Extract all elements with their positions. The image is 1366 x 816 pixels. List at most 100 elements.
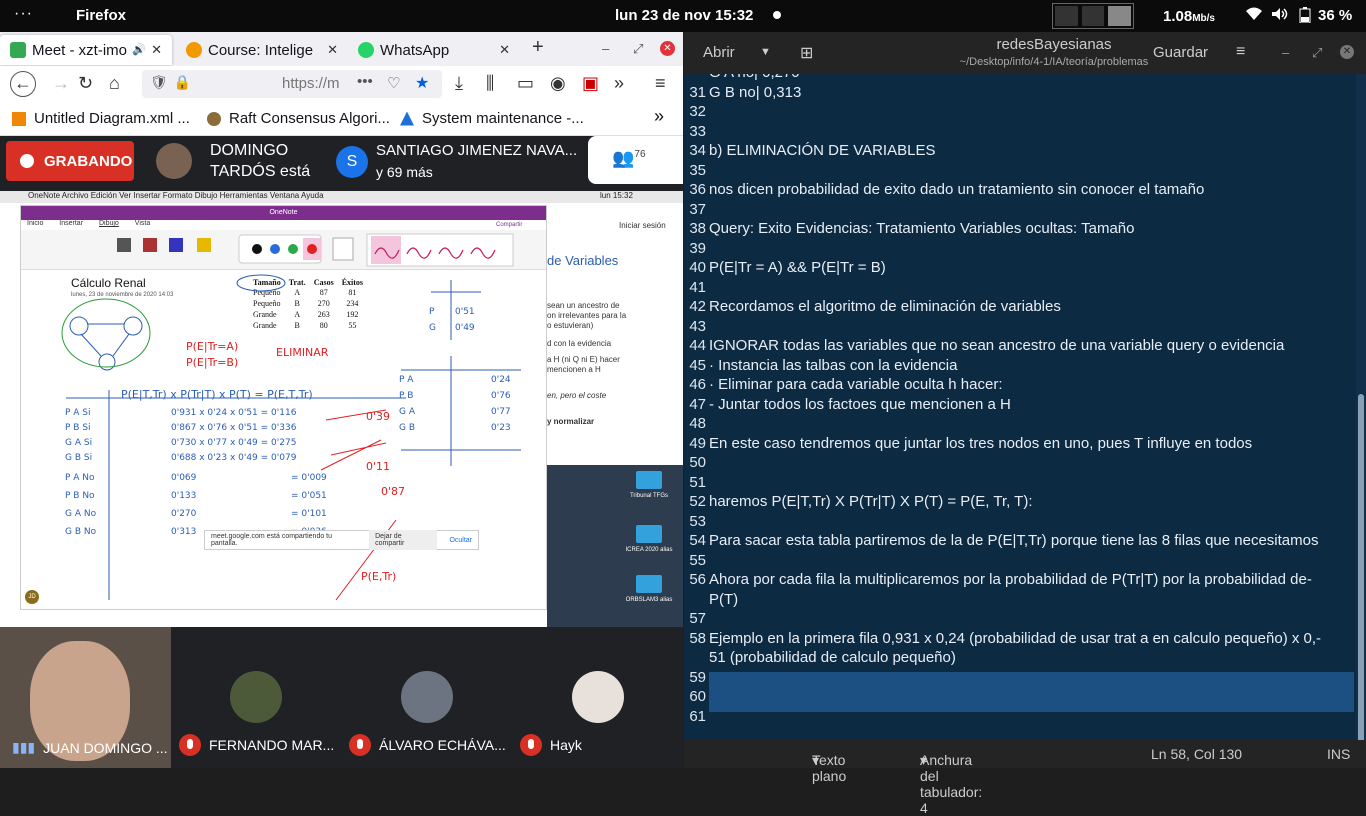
volume-icon[interactable] [1271, 7, 1289, 24]
sidebar-icon[interactable]: ▭ [517, 73, 534, 94]
editor-line[interactable]: 56 Ahora por cada fila la multiplicaremos… [684, 571, 1356, 591]
ribbon-tab[interactable]: Dibujo [99, 220, 119, 227]
page-actions-icon[interactable]: ••• [357, 73, 373, 90]
battery-icon[interactable] [1299, 7, 1311, 26]
people-button[interactable]: 👥76 [588, 136, 683, 184]
workspace-2[interactable] [1081, 6, 1105, 26]
tab-meet[interactable]: Meet - xzt-imo 🔊 ✕ [0, 35, 172, 65]
close-window-icon[interactable]: ✕ [1340, 45, 1354, 59]
bookmark-star-icon[interactable]: ★ [415, 73, 429, 93]
activities-button[interactable]: ··· [14, 5, 33, 23]
login-link[interactable]: Iniciar sesión [619, 221, 666, 230]
editor-line[interactable]: 34 b) ELIMINACIÓN DE VARIABLES [684, 142, 1356, 162]
share-button[interactable]: Compartir [496, 222, 522, 228]
editor-line[interactable]: 52 haremos P(E|T,Tr) X P(Tr|T) X P(T) = P… [684, 493, 1356, 513]
stop-sharing-button[interactable]: Dejar de compartir [369, 530, 438, 550]
tab-course[interactable]: Course: Intelige ✕ [176, 35, 348, 65]
ribbon-tab[interactable]: Inicio [27, 220, 43, 227]
editor-line[interactable]: 57 [684, 610, 1356, 630]
hide-button[interactable]: Ocultar [449, 537, 472, 544]
vertical-scrollbar[interactable] [1356, 74, 1366, 764]
wifi-icon[interactable] [1246, 7, 1262, 24]
editor-line[interactable]: 31 G B no| 0,313 [684, 84, 1356, 104]
editor-line[interactable]: 42 Recordamos el algoritmo de eliminación… [684, 298, 1356, 318]
desktop-folder[interactable]: ORBSLAM3 alias [619, 575, 679, 603]
editor-line[interactable]: 60 [684, 688, 1356, 708]
workspace-1[interactable] [1055, 6, 1078, 26]
extension-icon[interactable]: ▣ [582, 73, 599, 94]
editor-line[interactable]: 46 · Eliminar para cada variable oculta h… [684, 376, 1356, 396]
editor-line[interactable]: 58 Ejemplo en la primera fila 0,931 x 0,2… [684, 630, 1356, 650]
editor-line[interactable]: 40 P(E|Tr = A) && P(E|Tr = B) [684, 259, 1356, 279]
editor-line[interactable]: 49 En este caso tendremos que juntar los … [684, 435, 1356, 455]
more-bookmarks-icon[interactable]: » [654, 106, 664, 127]
participant-tile[interactable]: ÁLVARO ECHÁVA... [341, 627, 512, 768]
pocket-icon[interactable]: ♡ [387, 74, 400, 92]
back-icon[interactable]: ← [10, 71, 36, 97]
editor-line[interactable]: 51 [684, 474, 1356, 494]
editor-line[interactable]: 48 [684, 415, 1356, 435]
editor-line[interactable]: 37 [684, 201, 1356, 221]
editor-line[interactable]: 45 · Instancia las talbas con la evidenci… [684, 357, 1356, 377]
text-area[interactable]: G A no| 0,27031G B no| 0,313323334b) ELI… [684, 74, 1356, 760]
editor-line[interactable]: 36 nos dicen probabilidad de exito dado u… [684, 181, 1356, 201]
bookmark-item[interactable]: Raft Consensus Algori... [207, 110, 390, 127]
workspace-3[interactable] [1108, 6, 1132, 26]
minimize-icon[interactable]: ‒ [602, 41, 609, 56]
ribbon-tab[interactable]: Vista [135, 220, 150, 227]
account-icon[interactable]: ◉ [550, 73, 566, 94]
clock[interactable]: lun 23 de nov 15:32 [615, 7, 753, 24]
bookmark-item[interactable]: Untitled Diagram.xml ... [12, 110, 190, 127]
close-tab-icon[interactable]: ✕ [499, 42, 510, 58]
desktop-folder[interactable]: ICREA 2020 alias [619, 525, 679, 553]
maximize-icon[interactable]: ⤢ [633, 41, 643, 57]
ribbon-tab[interactable]: Insertar [59, 220, 83, 227]
desktop-folder[interactable]: Tribunal TFGs [619, 471, 679, 499]
recording-indicator[interactable]: GRABANDO [6, 141, 134, 181]
scroll-thumb[interactable] [1358, 394, 1364, 764]
tab-whatsapp[interactable]: WhatsApp ✕ [348, 35, 520, 65]
participant-tile[interactable]: ▮▮▮ JUAN DOMINGO ... [0, 627, 171, 768]
overflow-icon[interactable]: » [614, 73, 624, 94]
editor-line[interactable]: 41 [684, 279, 1356, 299]
minimize-icon[interactable]: ‒ [1282, 45, 1289, 60]
editor-line[interactable]: 50 [684, 454, 1356, 474]
participant-tile[interactable]: Hayk [512, 627, 683, 768]
editor-line[interactable]: 43 [684, 318, 1356, 338]
downloads-icon[interactable]: ⤓ [455, 73, 463, 94]
editor-line[interactable]: 55 [684, 552, 1356, 572]
save-button[interactable]: Guardar [1153, 44, 1208, 61]
editor-line[interactable]: 44 IGNORAR todas las variables que no sea… [684, 337, 1356, 357]
menu-icon[interactable]: ≡ [1236, 43, 1245, 61]
editor-line[interactable]: 35 [684, 162, 1356, 182]
new-tab-button[interactable]: + [532, 36, 544, 59]
editor-line[interactable]: 32 [684, 103, 1356, 123]
editor-line[interactable]: 59 [684, 669, 1356, 689]
home-icon[interactable]: ⌂ [109, 73, 120, 94]
new-tab-icon[interactable]: ⊞ [800, 43, 813, 63]
open-button[interactable]: Abrir [703, 44, 735, 61]
open-dropdown-icon[interactable]: ▼ [760, 46, 771, 58]
reload-icon[interactable]: ↻ [78, 73, 93, 94]
editor-line[interactable]: 54 Para sacar esta tabla partiremos de la… [684, 532, 1356, 552]
editor-line[interactable]: 38 Query: Exito Evidencias: Tratamiento V… [684, 220, 1356, 240]
library-icon[interactable]: ⫼ [486, 73, 494, 94]
editor-line[interactable]: G A no| 0,270 [684, 74, 1356, 84]
workspace-switcher[interactable] [1052, 3, 1134, 29]
cursor-position[interactable]: Ln 58, Col 130 [1151, 746, 1242, 762]
mute-tab-icon[interactable]: 🔊 [132, 43, 146, 56]
editor-line[interactable]: 51 (probabilidad de calculo pequeño) [684, 649, 1356, 669]
menu-icon[interactable]: ≡ [655, 73, 666, 94]
participant-tile[interactable]: FERNANDO MAR... [171, 627, 341, 768]
editor-line[interactable]: 53 [684, 513, 1356, 533]
app-menu[interactable]: Firefox [76, 7, 126, 24]
close-window-icon[interactable]: ✕ [660, 41, 675, 56]
editor-line[interactable]: 33 [684, 123, 1356, 143]
maximize-icon[interactable]: ⤢ [1312, 45, 1322, 61]
url-bar[interactable]: 🛡🔒 https://m ••• ♡ ★ [142, 70, 442, 98]
bookmark-item[interactable]: System maintenance -... [400, 110, 584, 127]
forward-icon[interactable]: → [52, 73, 70, 94]
close-tab-icon[interactable]: ✕ [151, 42, 162, 58]
editor-line[interactable]: 61 [684, 708, 1356, 728]
editor-line[interactable]: 47- Juntar todos los factoes que mencion… [684, 396, 1356, 416]
